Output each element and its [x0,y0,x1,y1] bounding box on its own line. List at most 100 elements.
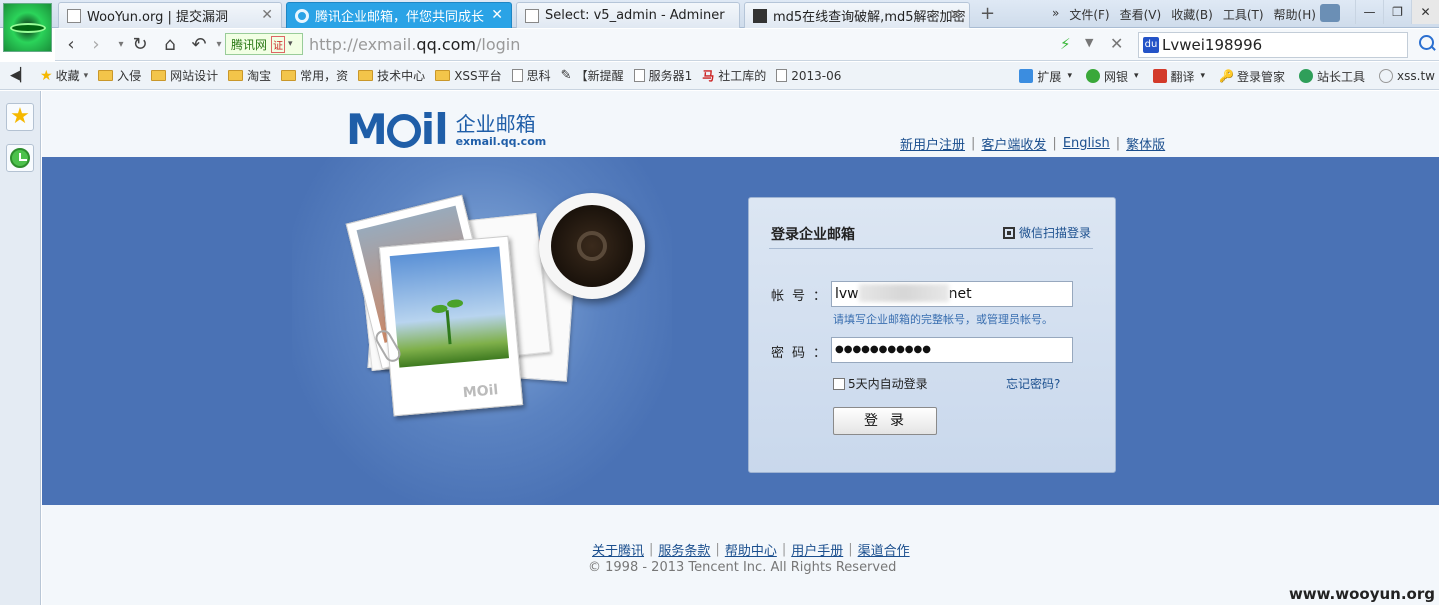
account-input[interactable]: lvw net [831,281,1073,307]
stop-icon[interactable]: ✕ [1110,34,1123,53]
help-center-link[interactable]: 帮助中心 [725,540,777,559]
banking-button[interactable]: 网银 ▾ [1085,68,1139,85]
tab-title: md5在线查询破解,md5解密加密 [773,10,966,25]
copyright: © 1998 - 2013 Tencent Inc. All Rights Re… [588,560,897,575]
tab-wooyun[interactable]: WooYun.org | 提交漏洞 ✕ [58,2,282,28]
menu-help[interactable]: 帮助(H) [1274,6,1316,23]
bookmark-link[interactable]: 2013-06 [776,69,841,83]
tab-exmail[interactable]: 腾讯企业邮箱，伴您共同成长 ✕ [286,2,512,28]
restore-icon[interactable]: ❐ [1383,0,1411,24]
menu-tools[interactable]: 工具(T) [1223,6,1264,23]
close-icon[interactable]: ✕ [491,7,503,23]
forward-icon[interactable]: › [85,34,107,56]
new-tab-button[interactable]: + [980,3,995,24]
client-link[interactable]: 客户端收发 [981,134,1046,153]
password-input[interactable]: ●●●●●●●●●●● [831,337,1073,363]
bookmark-link[interactable]: ✎ 【新提醒 [561,67,624,84]
webmaster-tools-button[interactable]: 站长工具 [1299,68,1365,85]
skin-icon[interactable] [1320,4,1340,22]
close-icon[interactable]: ✕ [261,7,273,23]
toolbar-label: 网银 [1103,69,1128,84]
watermark: www.wooyun.org [1288,585,1435,603]
user-manual-link[interactable]: 用户手册 [791,540,843,559]
browser-logo[interactable] [3,3,52,52]
star-icon: ★ [10,104,30,129]
search-value: Lvwei198996 [1162,36,1263,54]
top-links: 新用户注册 | 客户端收发 | English | 繁体版 [900,134,1165,153]
history-sidebar-button[interactable] [6,144,34,172]
close-icon[interactable]: ✕ [949,7,961,23]
bookmark-label: 思科 [526,69,551,83]
translate-button[interactable]: 翻译 ▾ [1152,68,1205,85]
english-link[interactable]: English [1063,136,1110,151]
login-title: 登录企业邮箱 [771,227,855,243]
login-manager-button[interactable]: 🔑 登录管家 [1219,68,1285,85]
bookmark-folder[interactable]: XSS平台 [435,67,502,84]
remember-me[interactable]: 5天内自动登录 [833,375,928,392]
undo-icon[interactable]: ↶ [188,34,210,56]
qr-code-icon [1002,226,1015,239]
folder-icon [435,70,451,81]
close-window-icon[interactable]: ✕ [1411,0,1439,24]
tab-adminer[interactable]: Select: v5_admin - Adminer [516,2,740,28]
bookmark-link[interactable]: 服务器1 [633,67,693,84]
sidebar-toggle-icon[interactable]: ◀▏ [10,68,30,83]
search-input[interactable]: du Lvwei198996 [1138,32,1408,58]
redacted-text [858,284,949,302]
login-button[interactable]: 登录 [833,407,937,435]
browser-sidebar: ★ [0,91,41,605]
site-cert[interactable]: 腾讯网 证 ▾ [225,33,303,55]
remember-checkbox[interactable] [833,377,845,390]
translate-icon [1152,69,1167,83]
menu-favorites[interactable]: 收藏(B) [1171,6,1213,23]
star-add-icon: ★ [40,67,53,84]
coffee-cup-illustration [539,193,645,299]
bookmark-folder[interactable]: 入侵 [98,67,141,84]
about-tencent-link[interactable]: 关于腾讯 [592,540,644,559]
bookmark-link[interactable]: 马社工库的 [702,67,766,84]
traditional-chinese-link[interactable]: 繁体版 [1126,134,1165,153]
extensions-button[interactable]: 扩展 ▾ [1019,68,1072,85]
minimize-icon[interactable]: — [1355,0,1383,24]
folder-icon [151,70,167,81]
tab-md5[interactable]: md5在线查询破解,md5解密加密 ✕ [744,2,970,28]
bookmark-label: 技术中心 [377,69,426,83]
chevron-down-icon: ▾ [83,70,89,81]
favorites-menu[interactable]: ★ 收藏 ▾ [40,67,88,84]
lightning-icon[interactable]: ⚡ [1060,35,1071,53]
chevron-down-icon: ▾ [1133,71,1139,81]
forgot-password-link[interactable]: 忘记密码? [1006,375,1060,392]
menu-bar: » 文件(F) 查看(V) 收藏(B) 工具(T) 帮助(H) [1052,6,1316,23]
grid-icon [753,8,767,23]
page-icon [776,69,788,82]
channel-partner-link[interactable]: 渠道合作 [858,540,910,559]
brand-domain: exmail.qq.com [455,134,547,148]
toolbar-extensions: 扩展 ▾ 网银 ▾ 翻译 ▾ 🔑 登录管家 站长工具 xss.tw [1019,62,1435,90]
home-icon[interactable]: ⌂ [159,34,181,56]
url-dropdown-icon[interactable]: ▼ [1085,36,1093,49]
exmail-logo[interactable]: Mil 企业邮箱 exmail.qq.com [346,109,546,151]
bookmark-link[interactable]: 思科 [511,67,551,84]
page-icon [525,8,539,23]
search-icon[interactable] [1416,33,1438,55]
url-prefix: http://exmail. [309,35,417,54]
register-link[interactable]: 新用户注册 [900,134,965,153]
shield-icon [1085,69,1100,83]
back-icon[interactable]: ‹ [60,34,82,56]
bookmark-folder[interactable]: 淘宝 [228,67,271,84]
favorites-sidebar-button[interactable]: ★ [6,103,34,131]
tool-icon: ✎ [560,68,572,83]
menu-file[interactable]: 文件(F) [1069,6,1109,23]
wechat-qr-login-link[interactable]: 微信扫描登录 [1002,224,1091,241]
bookmark-folder[interactable]: 常用，资 [281,67,348,84]
overflow-tabs-button[interactable]: » [1052,6,1059,23]
bookmark-folder[interactable]: 网站设计 [151,67,218,84]
menu-view[interactable]: 查看(V) [1120,6,1162,23]
refresh-icon[interactable]: ↻ [129,34,151,56]
bookmark-label: 服务器1 [648,69,693,83]
terms-link[interactable]: 服务条款 [658,540,710,559]
chevron-down-icon: ▾ [288,39,293,49]
xss-link[interactable]: xss.tw [1379,69,1435,83]
bookmark-folder[interactable]: 技术中心 [358,67,425,84]
url-input[interactable]: http://exmail.qq.com/login [309,33,1109,57]
